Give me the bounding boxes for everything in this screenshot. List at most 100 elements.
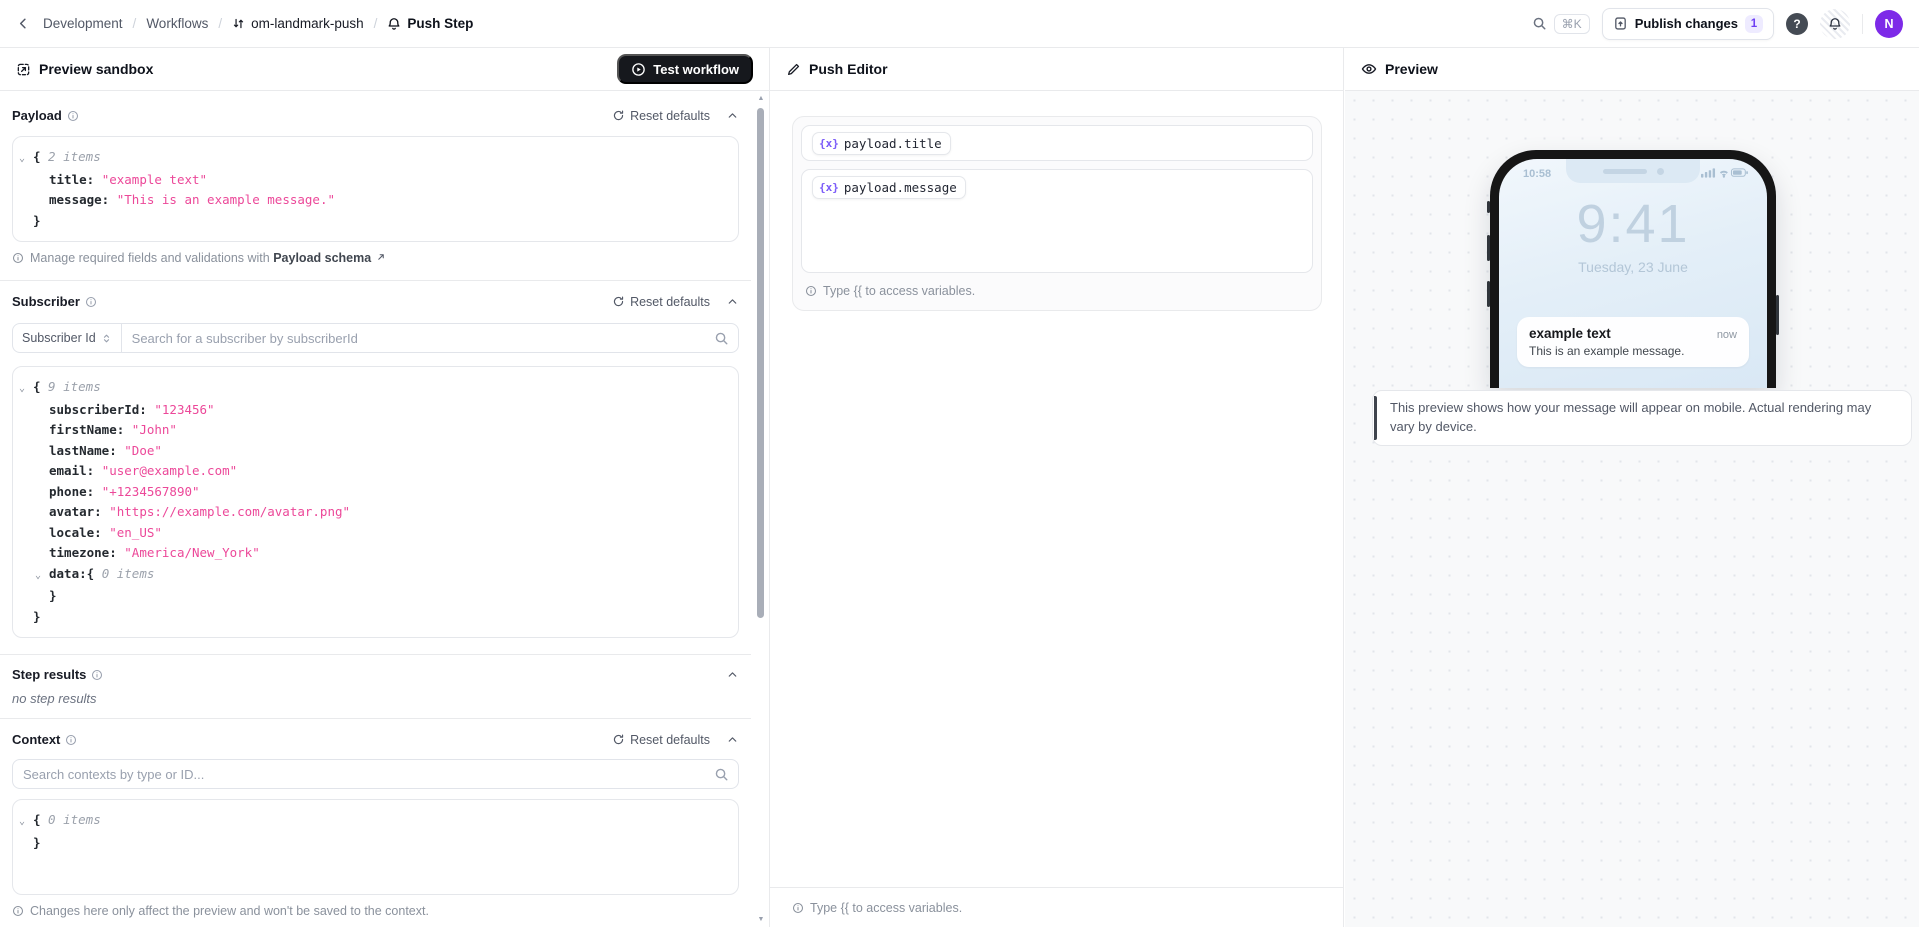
push-message-field[interactable]: {x} payload.message	[801, 169, 1313, 273]
workflow-icon	[232, 17, 245, 30]
subscriber-filter-select[interactable]: Subscriber Id	[13, 324, 122, 352]
subscriber-reset-defaults[interactable]: Reset defaults	[612, 295, 710, 309]
subscriber-collapse-chevron[interactable]	[726, 295, 739, 308]
phone-camera	[1656, 167, 1664, 175]
phone-mockup: 10:58 9:41 Tuesday, 23 June example text…	[1487, 150, 1779, 388]
refresh-icon	[613, 110, 624, 121]
panel-title: Push Editor	[809, 61, 888, 77]
breadcrumb-item-development[interactable]: Development	[43, 16, 123, 31]
editor-footer-hint: Type {{ to access variables.	[770, 887, 1343, 927]
status-bar-icons	[1701, 166, 1749, 179]
push-editor-panel: Push Editor {x} payload.title {x} payloa…	[770, 48, 1344, 927]
notification-title: example text	[1529, 326, 1611, 341]
breadcrumb: Development / Workflows / om-landmark-pu…	[16, 16, 473, 31]
payload-schema-link[interactable]: Payload schema	[273, 251, 371, 265]
push-notification-card: example text now This is an example mess…	[1517, 317, 1749, 367]
info-icon	[91, 669, 103, 681]
variable-pill-title[interactable]: {x} payload.title	[812, 132, 951, 155]
phone-screen: 10:58 9:41 Tuesday, 23 June example text…	[1499, 159, 1767, 388]
phone-volume-up-button	[1487, 235, 1490, 261]
context-search	[12, 759, 739, 789]
phone-power-button	[1776, 295, 1779, 335]
phone-volume-down-button	[1487, 281, 1490, 307]
info-icon	[85, 296, 97, 308]
info-icon	[12, 252, 24, 264]
info-icon	[805, 285, 817, 297]
status-bar-time: 10:58	[1523, 168, 1552, 180]
variables-hint: Type {{ to access variables.	[801, 280, 1313, 302]
external-link-icon[interactable]	[375, 252, 386, 263]
context-json-editor[interactable]: ⌄{ 0 items}	[12, 799, 739, 895]
sandbox-scroll-area: Payload Reset defaults ⌄{ 2 items title: …	[0, 91, 769, 927]
push-bell-icon	[387, 17, 401, 31]
panel-title: Preview sandbox	[39, 61, 154, 77]
avatar[interactable]: N	[1875, 9, 1903, 38]
breadcrumb-item-workflows[interactable]: Workflows	[146, 16, 208, 31]
json-expand-chevron[interactable]: ⌄	[35, 566, 49, 587]
variable-pill-message[interactable]: {x} payload.message	[812, 176, 966, 199]
back-icon[interactable]	[16, 16, 31, 31]
subscriber-section-header: Subscriber Reset defaults	[12, 294, 739, 309]
info-icon	[12, 905, 24, 917]
panel-title: Preview	[1385, 61, 1438, 77]
search-shortcut: ⌘K	[1553, 13, 1590, 34]
json-expand-chevron[interactable]: ⌄	[19, 149, 33, 170]
top-bar: Development / Workflows / om-landmark-pu…	[0, 0, 1919, 48]
breadcrumb-separator: /	[218, 16, 223, 31]
payload-json-editor[interactable]: ⌄{ 2 items title: "example text" message: …	[12, 136, 739, 242]
lock-screen-clock: 9:41	[1576, 194, 1690, 254]
test-workflow-button[interactable]: Test workflow	[617, 54, 753, 84]
notification-body: This is an example message.	[1529, 344, 1685, 358]
step-results-section-header: Step results	[12, 667, 739, 682]
variable-icon: {x}	[819, 137, 839, 150]
divider	[1862, 13, 1863, 34]
json-expand-chevron[interactable]: ⌄	[19, 379, 33, 400]
divider	[0, 280, 751, 281]
topbar-actions: ⌘K Publish changes 1 ? N	[1532, 7, 1903, 40]
refresh-icon	[613, 296, 624, 307]
scroll-down-arrow[interactable]: ▼	[756, 916, 766, 923]
payload-schema-hint: Manage required fields and validations w…	[12, 251, 739, 265]
breadcrumb-item-workflow-name[interactable]: om-landmark-push	[232, 16, 364, 31]
search-icon	[1532, 16, 1547, 31]
global-search-button[interactable]: ⌘K	[1532, 13, 1590, 34]
preview-sandbox-panel: Preview sandbox Test workflow Payload Re…	[0, 48, 770, 927]
signal-icon	[1701, 173, 1704, 178]
variable-icon: {x}	[819, 181, 839, 194]
push-title-field[interactable]: {x} payload.title	[801, 125, 1313, 161]
payload-collapse-chevron[interactable]	[726, 109, 739, 122]
search-icon	[714, 331, 729, 346]
notifications-bell-button[interactable]	[1820, 8, 1850, 39]
payload-reset-defaults[interactable]: Reset defaults	[612, 109, 710, 123]
context-reset-defaults[interactable]: Reset defaults	[612, 733, 710, 747]
info-icon	[65, 734, 77, 746]
subscriber-search-input[interactable]	[121, 330, 714, 346]
step-results-collapse-chevron[interactable]	[726, 668, 739, 681]
subscriber-json-editor[interactable]: ⌄{ 9 items subscriberId: "123456" firstNam…	[12, 366, 739, 638]
context-section-header: Context Reset defaults	[12, 732, 739, 747]
notification-timestamp: now	[1716, 329, 1737, 341]
scroll-up-arrow[interactable]: ▲	[756, 95, 766, 102]
play-circle-icon	[631, 62, 646, 77]
breadcrumb-item-push-step: Push Step	[387, 16, 473, 31]
pencil-icon	[786, 62, 801, 77]
context-search-input[interactable]	[13, 766, 714, 782]
info-icon	[792, 902, 804, 914]
search-icon	[714, 767, 729, 782]
json-expand-chevron[interactable]: ⌄	[19, 812, 33, 833]
preview-panel: Preview 10:58 9:41 Tuesday, 23 June exam…	[1345, 48, 1919, 927]
publish-count-badge: 1	[1745, 14, 1763, 33]
scrollbar-thumb[interactable]	[757, 108, 764, 618]
step-results-empty-state: no step results	[12, 691, 97, 706]
publish-changes-button[interactable]: Publish changes 1	[1601, 7, 1774, 40]
preview-disclaimer: This preview shows how your message will…	[1372, 390, 1912, 446]
help-button[interactable]: ?	[1786, 12, 1808, 35]
phone-mute-switch	[1487, 201, 1490, 213]
wifi-icon	[1719, 170, 1728, 174]
preview-canvas: 10:58 9:41 Tuesday, 23 June example text…	[1345, 91, 1919, 927]
breadcrumb-separator: /	[373, 16, 378, 31]
breadcrumb-separator: /	[132, 16, 137, 31]
divider	[0, 718, 751, 719]
context-collapse-chevron[interactable]	[726, 733, 739, 746]
info-icon	[67, 110, 79, 122]
